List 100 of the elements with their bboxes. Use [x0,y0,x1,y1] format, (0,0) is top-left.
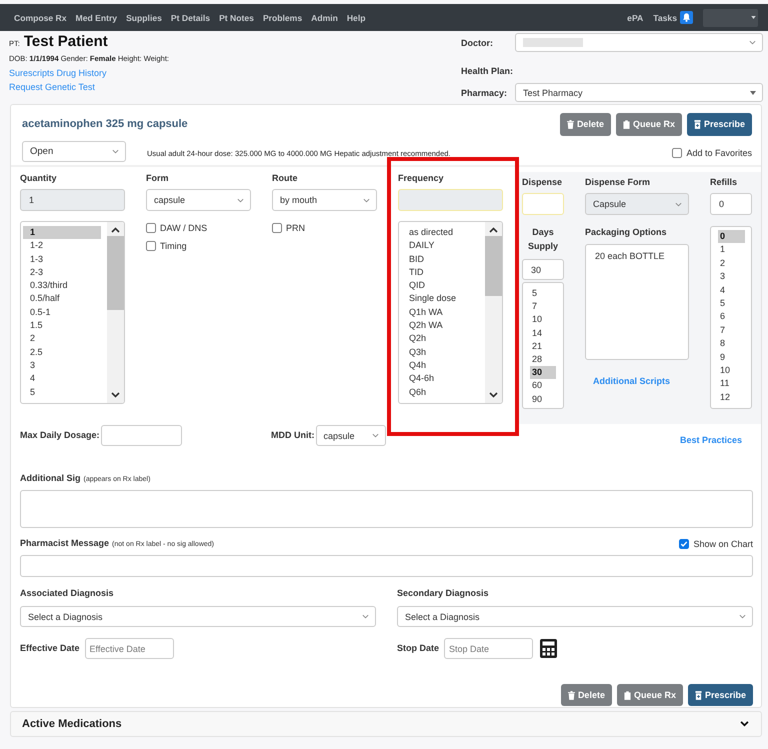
nav-link[interactable]: ePA [627,12,644,22]
list-option[interactable]: 90 [530,392,556,406]
clipboard-icon [622,120,630,128]
form-select[interactable]: capsule [146,189,251,211]
scroll-up-icon[interactable] [111,227,120,233]
chevron-down-icon [739,614,746,619]
days-supply-field[interactable]: 30 [522,259,564,280]
field-label: Days Supply [526,226,559,253]
chevron-down-icon[interactable] [740,721,749,727]
nav-link[interactable]: Pt Details [170,12,210,22]
doctor-select[interactable] [515,33,763,52]
list-option[interactable]: 9 [718,350,745,364]
trash-icon [568,690,575,700]
route-select[interactable]: by mouth [272,189,377,211]
checkbox-option[interactable]: PRN [272,222,377,234]
scrollbar[interactable] [485,222,502,403]
list-option[interactable]: 11 [718,377,745,391]
list-option[interactable]: 10 [530,313,556,327]
status-select[interactable]: Open [22,141,126,162]
list-option[interactable]: 30 [530,366,556,380]
list-option[interactable]: 5 [530,287,556,300]
field-label: Max Daily Dosage: [20,430,100,441]
pharmacy-select[interactable]: Test Pharmacy [515,83,763,102]
field-label: Additional Sig [20,473,80,484]
list-option[interactable]: 6 [718,310,745,324]
field-label: Route [272,173,298,184]
tasks-link[interactable]: Tasks [653,11,693,24]
list-option[interactable]: 7 [718,324,745,338]
queue-rx-button[interactable]: Queue Rx [616,112,682,136]
field-label: Dispense [522,177,564,188]
prescribe-button[interactable]: Prescribe [686,112,752,136]
scroll-down-icon[interactable] [111,392,120,398]
list-option[interactable]: 4 [718,284,745,298]
list-option[interactable]: 5 [718,297,745,310]
field-label: Doctor: [461,38,494,48]
clipboard-icon [624,690,631,700]
calculator-icon[interactable] [540,639,558,658]
scroll-down-icon[interactable] [489,392,498,398]
panel-title: Active Medications [22,718,122,730]
list-option[interactable]: 2 [718,256,745,270]
list-option[interactable]: 0 [718,230,745,244]
list-option[interactable]: 28 [530,353,556,366]
queue-rx-button[interactable]: Queue Rx [616,684,683,706]
bell-icon [680,11,693,24]
field-label: Quantity [20,173,58,184]
delete-button[interactable]: Delete [560,684,612,706]
pharmacist-message-field[interactable] [20,555,753,577]
favorites-checkbox[interactable]: Add to Favorites [672,146,752,158]
field-label: Dispense Form [585,177,652,188]
chevron-down-icon [362,614,369,619]
nav-link[interactable]: Compose Rx [14,12,67,22]
field-label: Effective Date [20,643,80,654]
field-label: Health Plan: [461,66,514,76]
checkbox-option[interactable]: DAW / DNS [146,222,251,234]
field-label: Associated Diagnosis [20,588,115,599]
scrollbar[interactable] [107,222,124,403]
checkbox-option[interactable]: Timing [146,240,251,252]
user-menu[interactable] [703,8,758,26]
list-option[interactable]: 10 [718,364,745,378]
nav-link[interactable]: Med Entry [76,12,118,22]
diagnosis-select[interactable]: Select a Diagnosis [20,606,376,627]
caret-down-icon [750,90,756,94]
days-supply-listbox[interactable]: 5 7 10 14 21 28 30 60 90 [522,282,564,409]
nav-link[interactable]: Supplies [126,12,162,22]
field-label: Secondary Diagnosis [397,588,490,599]
list-option[interactable]: 14 [530,326,556,340]
additional-sig-field[interactable] [20,490,753,528]
pill-bottle-icon [694,690,702,700]
field-label: Pharmacy: [461,88,508,98]
prescribe-button[interactable]: Prescribe [688,684,753,706]
field-label: Pharmacist Message [20,538,110,549]
list-option[interactable]: 12 [718,390,745,404]
nav-link[interactable]: Pt Notes [219,12,254,22]
nav-link[interactable]: Help [346,12,366,22]
scrollbar-thumb[interactable] [485,236,502,296]
date-field[interactable]: Effective Date [84,638,174,659]
nav-link[interactable]: Admin [311,12,338,22]
max-daily-dosage-field[interactable] [100,425,182,446]
mdd-unit-select[interactable]: capsule [316,425,386,446]
list-option[interactable]: 60 [530,379,556,393]
refills-field[interactable]: 0 [710,193,752,215]
chevron-down-icon [237,198,244,202]
refills-listbox[interactable]: 0 1 2 3 4 5 6 7 8 9 10 11 12 [710,226,752,409]
list-option[interactable]: 3 [718,270,745,284]
date-field[interactable]: Stop Date [444,638,534,659]
list-option[interactable]: 1 [718,243,745,257]
scroll-up-icon[interactable] [489,227,498,233]
delete-button[interactable]: Delete [560,112,611,136]
active-medications-panel[interactable]: Active Medications [10,711,762,737]
field-label: Refills [710,177,738,188]
list-option[interactable]: 7 [530,300,556,314]
scrollbar-thumb[interactable] [107,236,124,310]
field-label: Form [146,173,170,184]
chevron-down-icon [112,149,119,154]
show-on-chart-checkbox[interactable]: Show on Chart [679,538,753,550]
list-option[interactable]: 8 [718,337,745,351]
dispense-field[interactable] [522,193,564,215]
nav-link[interactable]: Problems [262,12,302,22]
list-option[interactable]: 21 [530,340,556,354]
diagnosis-select[interactable]: Select a Diagnosis [397,606,753,627]
